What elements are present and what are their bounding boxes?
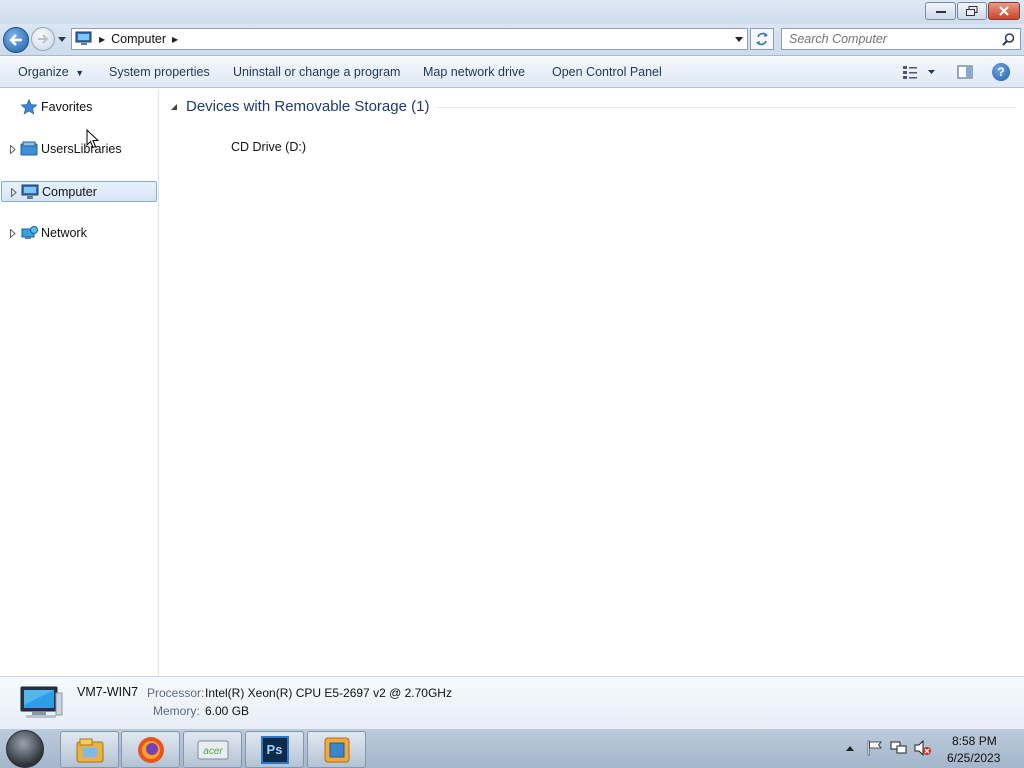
nav-item-computer[interactable]: Computer [1, 181, 157, 202]
cd-drive-item[interactable]: CD Drive (D:) [231, 140, 306, 154]
nav-item-favorites[interactable]: Favorites [1, 97, 157, 118]
map-network-drive-button[interactable]: Map network drive [423, 65, 525, 79]
search-box[interactable] [781, 28, 1021, 50]
expand-arrow-icon[interactable] [11, 188, 17, 197]
nav-item-network[interactable]: Network [1, 223, 157, 244]
expand-arrow-icon[interactable] [10, 145, 16, 154]
computer-icon [21, 184, 39, 199]
system-properties-button[interactable]: System properties [109, 65, 210, 79]
computer-icon [20, 686, 63, 718]
organize-label: Organize [18, 65, 69, 79]
forward-button[interactable] [31, 27, 55, 51]
mouse-cursor-icon [86, 129, 100, 149]
refresh-button[interactable] [750, 28, 774, 50]
content-pane: Devices with Removable Storage (1) CD Dr… [160, 89, 1024, 676]
details-pane: VM7-WIN7 Processor: Intel(R) Xeon(R) CPU… [0, 676, 1024, 728]
clock-time[interactable]: 8:58 PM [952, 734, 997, 748]
nav-label-libraries: UsersLibraries [41, 142, 122, 156]
breadcrumb-separator-icon[interactable]: ▶ [99, 35, 105, 44]
taskbar-acer-button[interactable]: acer [183, 731, 242, 768]
firefox-icon [137, 736, 164, 763]
acer-icon: acer [197, 740, 228, 759]
expand-arrow-icon[interactable] [10, 229, 16, 238]
chevron-down-icon: ▼ [75, 68, 85, 78]
show-hidden-icons-icon[interactable] [845, 744, 855, 752]
nav-item-libraries[interactable]: UsersLibraries [1, 139, 157, 160]
uninstall-program-button[interactable]: Uninstall or change a program [233, 65, 400, 79]
minimize-button[interactable] [925, 2, 956, 20]
command-bar: Organize ▼ System properties Uninstall o… [0, 57, 1024, 88]
back-button[interactable] [3, 27, 29, 53]
back-arrow-icon [9, 34, 22, 46]
app-icon [324, 737, 349, 762]
taskbar-photoshop-button[interactable]: Ps [245, 731, 304, 768]
clock-date[interactable]: 6/25/2023 [947, 751, 1000, 765]
nav-label-favorites: Favorites [41, 100, 93, 114]
network-icon [21, 226, 38, 239]
processor-label: Processor: [147, 686, 205, 700]
change-view-icon[interactable] [902, 64, 938, 80]
memory-value: 6.00 GB [205, 704, 250, 718]
search-icon[interactable] [1002, 33, 1015, 46]
nav-label-network: Network [41, 226, 87, 240]
close-icon [999, 6, 1009, 16]
group-divider [437, 107, 1016, 108]
refresh-icon [756, 32, 768, 46]
minimize-icon [935, 11, 946, 13]
computer-icon [75, 31, 92, 45]
volume-muted-icon[interactable] [914, 740, 932, 756]
search-input[interactable] [789, 32, 994, 46]
organize-menu[interactable]: Organize ▼ [18, 65, 84, 79]
close-button[interactable] [988, 2, 1020, 20]
taskbar-firefox-button[interactable] [121, 731, 180, 768]
photoshop-label: Ps [266, 742, 283, 757]
breadcrumb-separator-icon[interactable]: ▶ [172, 35, 178, 44]
memory-label: Memory: [153, 704, 200, 718]
taskbar: acer Ps 8:58 PM 6/25/2023 [0, 728, 1024, 768]
start-button[interactable] [6, 730, 44, 768]
action-center-flag-icon[interactable] [866, 740, 884, 756]
navigation-pane: Favorites UsersLibraries Computer Networ… [0, 89, 159, 676]
navigation-bar: ▶ Computer ▶ [0, 24, 1024, 56]
title-bar [0, 0, 1024, 24]
open-control-panel-button[interactable]: Open Control Panel [552, 65, 662, 79]
restore-icon [966, 6, 978, 16]
nav-label-computer: Computer [42, 185, 97, 199]
address-bar[interactable]: ▶ Computer ▶ [71, 28, 748, 50]
preview-pane-icon[interactable] [957, 64, 973, 80]
windows-explorer-icon [76, 738, 103, 762]
help-icon: ? [997, 65, 1005, 79]
network-status-icon[interactable] [890, 740, 908, 756]
processor-value: Intel(R) Xeon(R) CPU E5-2697 v2 @ 2.70GH… [205, 686, 452, 700]
collapse-triangle-icon[interactable] [170, 103, 178, 111]
taskbar-app-button[interactable] [307, 731, 366, 768]
group-title: Devices with Removable Storage (1) [186, 98, 430, 115]
taskbar-explorer-button[interactable] [60, 731, 119, 768]
group-header[interactable]: Devices with Removable Storage (1) [170, 98, 1016, 115]
recent-pages-dropdown-icon[interactable] [57, 34, 67, 44]
address-dropdown-icon[interactable] [735, 35, 744, 44]
photoshop-icon: Ps [260, 735, 289, 764]
help-button[interactable]: ? [992, 63, 1010, 81]
restore-button[interactable] [957, 2, 987, 20]
computer-name: VM7-WIN7 [77, 685, 139, 699]
svg-text:acer: acer [203, 746, 223, 757]
forward-arrow-icon [38, 34, 49, 44]
libraries-icon [20, 141, 38, 156]
star-icon [20, 99, 38, 115]
breadcrumb-computer[interactable]: Computer [111, 32, 166, 46]
